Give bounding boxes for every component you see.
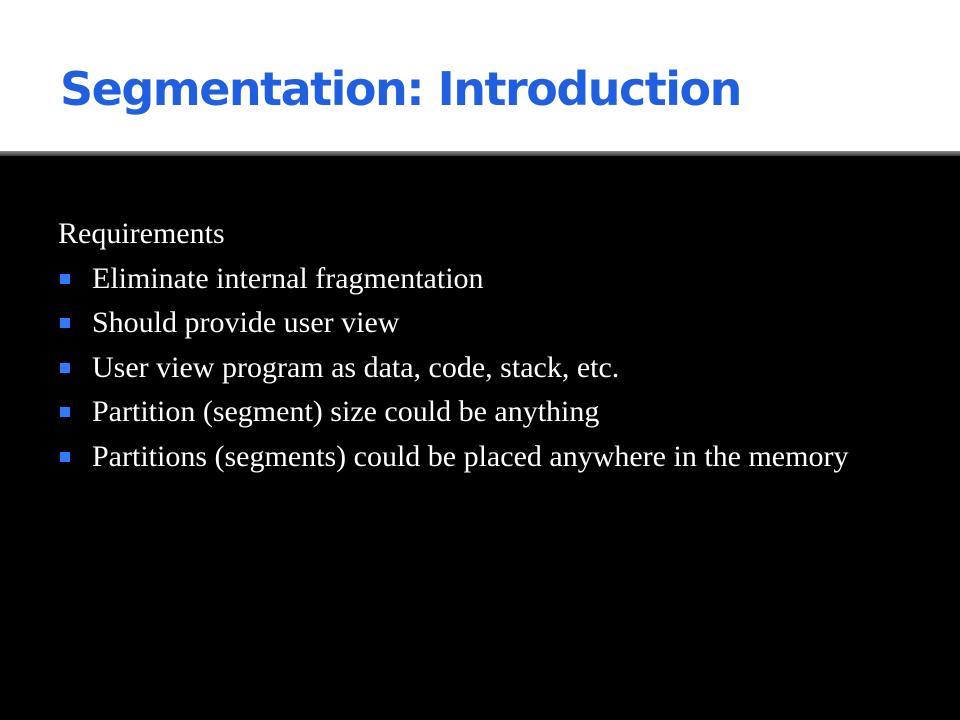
title-divider xyxy=(0,151,960,156)
bullet-text: Partition (segment) size could be anythi… xyxy=(92,395,600,428)
square-bullet-icon xyxy=(60,362,70,373)
bullet-text: User view program as data, code, stack, … xyxy=(92,350,620,384)
requirements-list: Eliminate internal fragmentation Should … xyxy=(58,257,918,480)
slide-title: Segmentation: Introduction xyxy=(60,62,742,116)
bullet-text: Eliminate internal fragmentation xyxy=(92,261,484,295)
square-bullet-icon xyxy=(60,273,70,284)
list-item: Partitions (segments) could be placed an… xyxy=(58,435,918,480)
bullet-text: Should provide user view xyxy=(92,306,400,339)
list-item: Partition (segment) size could be anythi… xyxy=(58,390,918,435)
slide-body: Requirements Eliminate internal fragment… xyxy=(58,212,918,479)
square-bullet-icon xyxy=(60,451,70,462)
list-item: Should provide user view xyxy=(58,301,918,346)
bullet-text: Partitions (segments) could be placed an… xyxy=(92,439,849,473)
requirements-label: Requirements xyxy=(58,217,225,250)
slide: Segmentation: Introduction Requirements … xyxy=(0,0,960,720)
list-item: Eliminate internal fragmentation xyxy=(58,257,918,302)
square-bullet-icon xyxy=(60,318,70,328)
list-item: User view program as data, code, stack, … xyxy=(58,346,918,391)
square-bullet-icon xyxy=(60,407,70,417)
title-band: Segmentation: Introduction xyxy=(0,0,960,151)
